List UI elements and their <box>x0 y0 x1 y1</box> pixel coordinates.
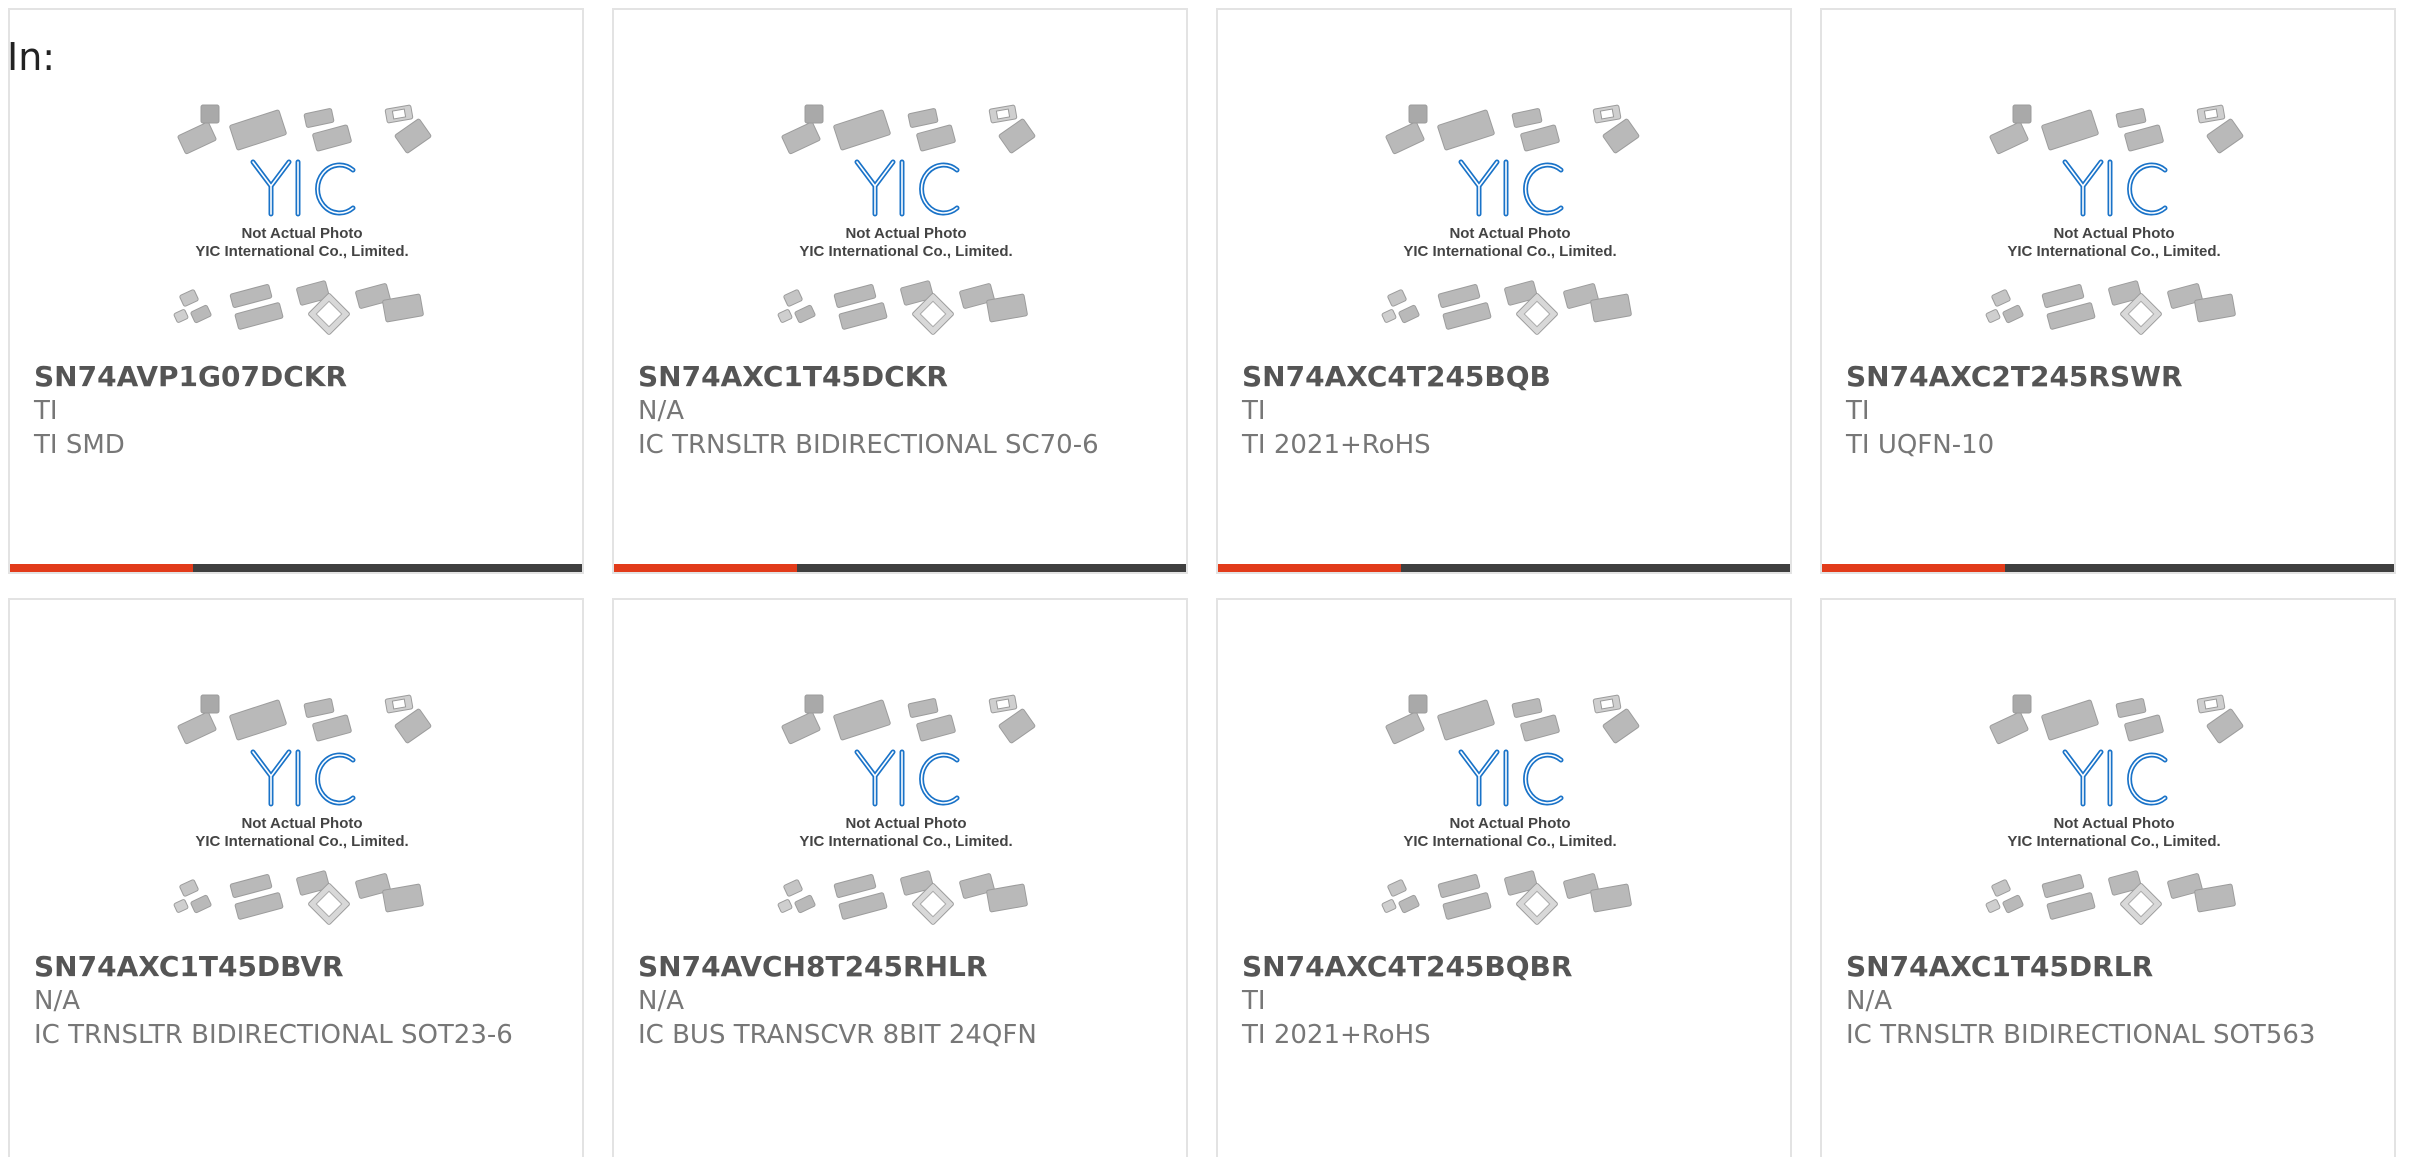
product-placeholder-image: Not Actual Photo YIC International Co., L… <box>167 100 437 340</box>
photo-caption-line1: Not Actual Photo <box>1449 225 1570 242</box>
product-part-number[interactable]: SN74AVCH8T245RHLR <box>638 950 987 984</box>
product-placeholder-image: Not Actual Photo YIC International Co., L… <box>1375 690 1645 930</box>
product-part-number[interactable]: SN74AXC4T245BQB <box>1242 360 1551 394</box>
yic-logo <box>854 749 960 807</box>
product-manufacturer: TI <box>1846 396 1870 426</box>
product-card[interactable]: Not Actual Photo YIC International Co., L… <box>612 598 1188 1157</box>
product-placeholder-image: Not Actual Photo YIC International Co., L… <box>1979 100 2249 340</box>
product-part-number[interactable]: SN74AXC2T245RSWR <box>1846 360 2183 394</box>
product-description: TI UQFN-10 <box>1846 430 1995 460</box>
product-placeholder-image: Not Actual Photo YIC International Co., L… <box>1375 100 1645 340</box>
product-part-number[interactable]: SN74AXC1T45DCKR <box>638 360 948 394</box>
product-part-number[interactable]: SN74AVP1G07DCKR <box>34 360 347 394</box>
product-description: TI 2021+RoHS <box>1242 1020 1431 1050</box>
photo-caption-line1: Not Actual Photo <box>845 815 966 832</box>
photo-caption-line2: YIC International Co., Limited. <box>799 833 1012 850</box>
product-manufacturer: TI <box>1242 396 1266 426</box>
product-description: IC TRNSLTR BIDIRECTIONAL SOT23-6 <box>34 1020 513 1050</box>
card-progress-bar <box>614 564 1186 572</box>
card-bar-accent <box>1822 564 2005 572</box>
product-card[interactable]: Not Actual Photo YIC International Co., L… <box>1820 8 2396 574</box>
product-placeholder-image: Not Actual Photo YIC International Co., L… <box>771 100 1041 340</box>
product-description: TI SMD <box>34 430 125 460</box>
card-progress-bar <box>1218 564 1790 572</box>
product-manufacturer: N/A <box>638 396 684 426</box>
card-progress-bar <box>10 564 582 572</box>
card-progress-bar <box>1822 564 2394 572</box>
product-description: IC TRNSLTR BIDIRECTIONAL SOT563 <box>1846 1020 2316 1050</box>
photo-caption-line1: Not Actual Photo <box>241 815 362 832</box>
photo-caption-line2: YIC International Co., Limited. <box>2007 833 2220 850</box>
product-manufacturer: N/A <box>638 986 684 1016</box>
product-manufacturer: N/A <box>1846 986 1892 1016</box>
card-bar-accent <box>10 564 193 572</box>
product-description: IC BUS TRANSCVR 8BIT 24QFN <box>638 1020 1037 1050</box>
yic-logo <box>1458 749 1564 807</box>
card-bar-accent <box>614 564 797 572</box>
photo-caption-line2: YIC International Co., Limited. <box>2007 243 2220 260</box>
photo-caption-line2: YIC International Co., Limited. <box>1403 243 1616 260</box>
product-part-number[interactable]: SN74AXC4T245BQBR <box>1242 950 1572 984</box>
photo-caption-line1: Not Actual Photo <box>2053 815 2174 832</box>
photo-caption-line1: Not Actual Photo <box>2053 225 2174 242</box>
product-placeholder-image: Not Actual Photo YIC International Co., L… <box>1979 690 2249 930</box>
yic-logo <box>250 159 356 217</box>
product-card[interactable]: Not Actual Photo YIC International Co., L… <box>1216 8 1792 574</box>
photo-caption-line2: YIC International Co., Limited. <box>195 833 408 850</box>
product-card[interactable]: Not Actual Photo YIC International Co., L… <box>1216 598 1792 1157</box>
product-placeholder-image: Not Actual Photo YIC International Co., L… <box>167 690 437 930</box>
product-manufacturer: N/A <box>34 986 80 1016</box>
product-description: TI 2021+RoHS <box>1242 430 1431 460</box>
yic-logo <box>854 159 960 217</box>
product-card[interactable]: Not Actual Photo YIC International Co., L… <box>8 598 584 1157</box>
product-card[interactable]: Not Actual Photo YIC International Co., L… <box>1820 598 2396 1157</box>
product-part-number[interactable]: SN74AXC1T45DBVR <box>34 950 344 984</box>
product-grid-page: In: Not Actual Photo YIC International Co… <box>0 0 2410 1157</box>
product-card[interactable]: Not Actual Photo YIC International Co., L… <box>8 8 584 574</box>
photo-caption-line2: YIC International Co., Limited. <box>799 243 1012 260</box>
yic-logo <box>2062 159 2168 217</box>
photo-caption-line1: Not Actual Photo <box>845 225 966 242</box>
photo-caption-line1: Not Actual Photo <box>1449 815 1570 832</box>
product-manufacturer: TI <box>1242 986 1266 1016</box>
photo-caption-line2: YIC International Co., Limited. <box>1403 833 1616 850</box>
product-part-number[interactable]: SN74AXC1T45DRLR <box>1846 950 2153 984</box>
product-description: IC TRNSLTR BIDIRECTIONAL SC70-6 <box>638 430 1099 460</box>
intro-label: In: <box>7 35 56 79</box>
product-card[interactable]: Not Actual Photo YIC International Co., L… <box>612 8 1188 574</box>
product-placeholder-image: Not Actual Photo YIC International Co., L… <box>771 690 1041 930</box>
card-bar-accent <box>1218 564 1401 572</box>
yic-logo <box>2062 749 2168 807</box>
product-manufacturer: TI <box>34 396 58 426</box>
yic-logo <box>250 749 356 807</box>
photo-caption-line2: YIC International Co., Limited. <box>195 243 408 260</box>
photo-caption-line1: Not Actual Photo <box>241 225 362 242</box>
yic-logo <box>1458 159 1564 217</box>
